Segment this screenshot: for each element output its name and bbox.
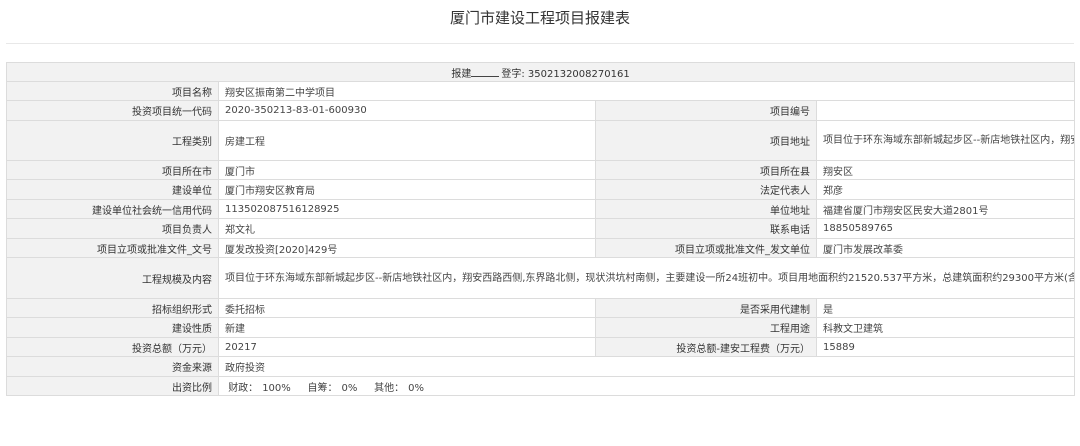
legal-rep-value: 郑彦 (815, 179, 1076, 200)
scale-value: 项目位于环东海域东部新城起步区--新店地铁社区内，翔安西路西侧,东界路北侧，现状… (217, 257, 1076, 299)
self-value: 0% (341, 382, 358, 394)
investment-code-label: 投资项目统一代码 (6, 100, 219, 121)
approval-doc-label: 项目立项或批准文件_文号 (6, 238, 219, 258)
phone-label: 联系电话 (595, 218, 817, 239)
usage-value: 科教文卫建筑 (815, 317, 1076, 338)
table-row: 建设单位社会统一信用代码 113502087516128925 单位地址 福建省… (6, 199, 1076, 219)
phone-value: 18850589765 (815, 218, 1076, 239)
city-value: 厦门市 (218, 160, 596, 180)
agent-label: 是否采用代建制 (595, 298, 817, 318)
registration-prefix: 报建 (451, 68, 472, 80)
other-label: 其他： (374, 382, 405, 394)
builder-value: 厦门市翔安区教育局 (218, 179, 596, 200)
registration-blank (471, 66, 500, 77)
project-name-value: 翔安区振南第二中学项目 (217, 81, 1076, 101)
registration-number: 登字: 3502132008270161 (501, 68, 630, 80)
other-value: 0% (408, 382, 424, 394)
table-row: 建设单位 厦门市翔安区教育局 法定代表人 郑彦 (6, 179, 1076, 200)
total-invest-label: 投资总额（万元） (6, 337, 219, 357)
table-row: 投资总额（万元） 20217 投资总额-建安工程费（万元） 15889 (6, 337, 1076, 357)
install-cost-value: 15889 (815, 337, 1076, 357)
table-row: 工程规模及内容 项目位于环东海域东部新城起步区--新店地铁社区内，翔安西路西侧,… (6, 257, 1076, 299)
install-cost-label: 投资总额-建安工程费（万元） (595, 337, 817, 357)
finance-label: 财政： (228, 382, 259, 394)
project-name-label: 项目名称 (6, 81, 219, 101)
nature-label: 建设性质 (6, 317, 219, 338)
project-type-label: 工程类别 (6, 120, 219, 161)
header-row: 报建 登字: 3502132008270161 (5, 62, 1076, 82)
unit-address-label: 单位地址 (595, 199, 817, 219)
legal-rep-label: 法定代表人 (595, 179, 817, 200)
county-label: 项目所在县 (595, 160, 817, 180)
registration-header: 报建 登字: 3502132008270161 (5, 62, 1076, 82)
table-row: 项目负责人 郑文礼 联系电话 18850589765 (6, 218, 1076, 239)
title-divider (6, 43, 1074, 44)
project-no-value (815, 100, 1076, 121)
self-label: 自筹： (307, 382, 338, 394)
address-value: 项目位于环东海域东部新城起步区--新店地铁社区内，翔安西路西侧,东界路北侧。 (815, 120, 1076, 161)
bid-form-label: 招标组织形式 (6, 298, 219, 318)
total-invest-value: 20217 (218, 337, 596, 357)
county-value: 翔安区 (815, 160, 1076, 180)
approval-unit-value: 厦门市发展改革委 (815, 238, 1076, 258)
city-label: 项目所在市 (6, 160, 219, 180)
table-row: 招标组织形式 委托招标 是否采用代建制 是 (6, 298, 1076, 318)
credit-code-value: 113502087516128925 (218, 199, 596, 219)
approval-unit-label: 项目立项或批准文件_发文单位 (595, 238, 817, 258)
fund-source-label: 资金来源 (6, 356, 219, 377)
finance-value: 100% (262, 382, 291, 394)
investment-code-value: 2020-350213-83-01-600930 (218, 100, 596, 121)
agent-value: 是 (815, 298, 1076, 318)
table-row: 项目所在市 厦门市 项目所在县 翔安区 (6, 160, 1076, 180)
project-table: 报建 登字: 3502132008270161 项目名称 翔安区振南第二中学项目 … (5, 62, 1076, 396)
table-row: 出资比例 财政： 100% 自筹： 0% 其他： 0% (6, 376, 1076, 396)
manager-label: 项目负责人 (6, 218, 219, 239)
table-row: 项目名称 翔安区振南第二中学项目 (6, 81, 1076, 101)
page-title: 厦门市建设工程项目报建表 (449, 9, 630, 27)
table-row: 建设性质 新建 工程用途 科教文卫建筑 (6, 317, 1076, 338)
ratio-label: 出资比例 (6, 376, 219, 396)
unit-address-value: 福建省厦门市翔安区民安大道2801号 (815, 199, 1076, 219)
table-row: 资金来源 政府投资 (6, 356, 1076, 377)
usage-label: 工程用途 (595, 317, 817, 338)
table-row: 工程类别 房建工程 项目地址 项目位于环东海域东部新城起步区--新店地铁社区内，… (6, 120, 1076, 161)
nature-value: 新建 (218, 317, 596, 338)
fund-source-value: 政府投资 (217, 356, 1076, 377)
bid-form-value: 委托招标 (218, 298, 596, 318)
table-row: 项目立项或批准文件_文号 厦发改投资[2020]429号 项目立项或批准文件_发… (6, 238, 1076, 258)
project-no-label: 项目编号 (595, 100, 817, 121)
project-type-value: 房建工程 (218, 120, 596, 161)
ratio-value: 财政： 100% 自筹： 0% 其他： 0% (217, 376, 1076, 396)
builder-label: 建设单位 (6, 179, 219, 200)
credit-code-label: 建设单位社会统一信用代码 (6, 199, 219, 219)
manager-value: 郑文礼 (218, 218, 596, 239)
scale-label: 工程规模及内容 (6, 257, 219, 299)
address-label: 项目地址 (595, 120, 817, 161)
table-row: 投资项目统一代码 2020-350213-83-01-600930 项目编号 (6, 100, 1076, 121)
approval-doc-value: 厦发改投资[2020]429号 (218, 238, 596, 258)
